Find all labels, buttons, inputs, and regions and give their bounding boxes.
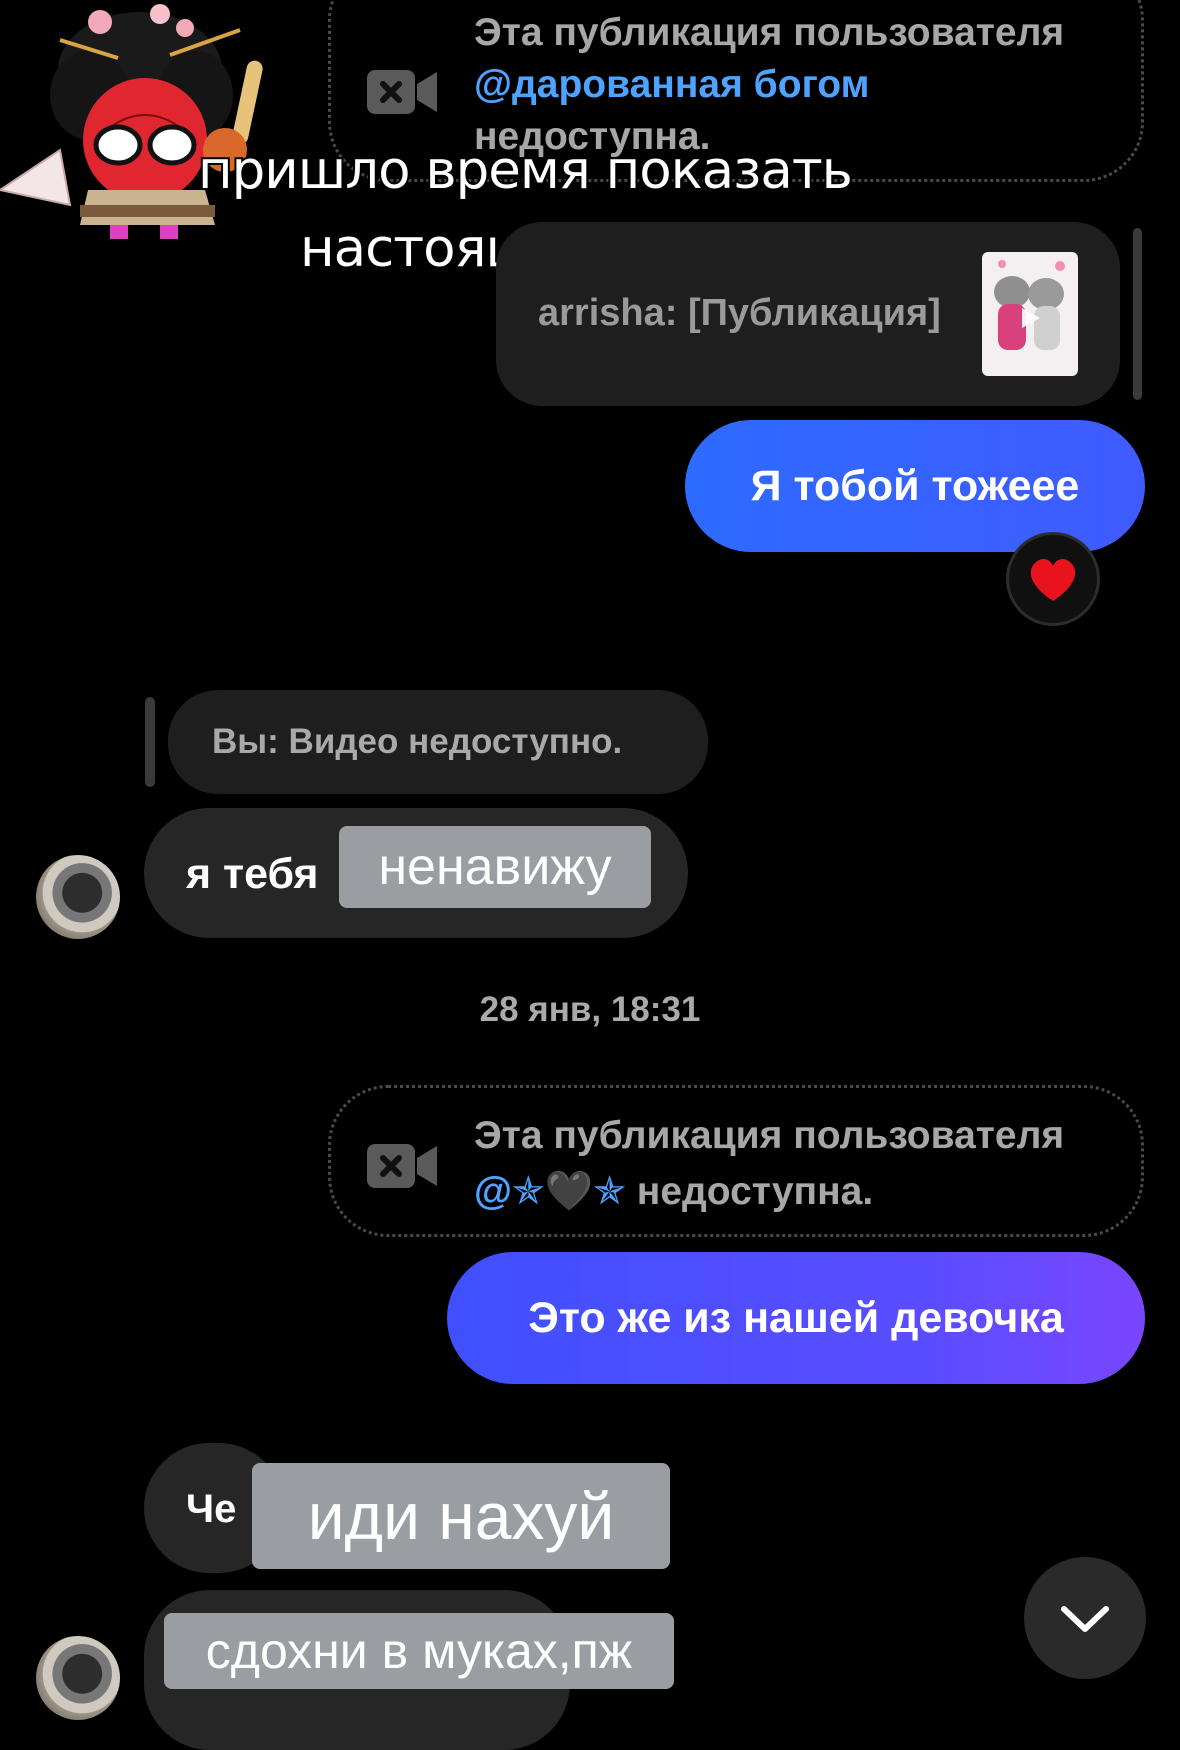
reaction-badge[interactable] [1006, 532, 1100, 626]
reply-indicator-bar [145, 697, 155, 787]
date-separator: 28 янв, 18:31 [479, 990, 701, 1029]
message-text: я тебя [186, 850, 319, 898]
reply-scroll-indicator [1133, 228, 1142, 400]
unavailable-text: Эта публикация пользователя [474, 11, 1065, 54]
sticker-image [0, 4, 263, 239]
outgoing-message[interactable]: Я тобой тожеее [685, 420, 1145, 552]
video-off-icon [367, 70, 437, 114]
avatar[interactable] [36, 1636, 120, 1720]
mention-link[interactable]: @✯🖤✯ недоступна. [474, 1168, 873, 1214]
mention-link[interactable]: @дарованная богом [474, 63, 869, 107]
unavailable-text: Эта публикация пользователя [474, 1114, 1065, 1157]
overlay-caption-line1: пришло время показать [196, 138, 855, 203]
post-thumbnail[interactable] [982, 252, 1078, 376]
message-text: Это же из нашей девочка [528, 1294, 1064, 1342]
message-text: Я тобой тожеее [750, 462, 1080, 510]
video-off-icon [367, 1144, 437, 1188]
message-text: Че [186, 1487, 237, 1531]
outgoing-message[interactable]: Это же из нашей девочка [447, 1252, 1145, 1384]
play-icon [994, 260, 1065, 350]
chevron-down-icon [1061, 1606, 1109, 1632]
shared-post-label: arrisha: [Публикация] [538, 292, 941, 334]
unavailable-post-2[interactable]: Эта публикация пользователя @✯🖤✯ недосту… [328, 1085, 1144, 1237]
shared-post-card[interactable]: arrisha: [Публикация] [496, 222, 1120, 406]
incoming-message[interactable]: я тебя ненавижу [144, 808, 688, 938]
avatar[interactable] [36, 855, 120, 939]
text-overlay-sticker: иди нахуй [252, 1463, 670, 1569]
text-overlay-sticker: сдохни в муках,пж [164, 1613, 674, 1689]
text-overlay-sticker: ненавижу [339, 826, 651, 908]
reply-preview-text: Вы: Видео недоступно. [212, 722, 623, 761]
unavailable-suffix: недоступна. [636, 1170, 874, 1213]
scroll-down-button[interactable] [1024, 1557, 1146, 1679]
heart-icon [1030, 559, 1076, 601]
reply-preview[interactable]: Вы: Видео недоступно. [168, 690, 708, 794]
